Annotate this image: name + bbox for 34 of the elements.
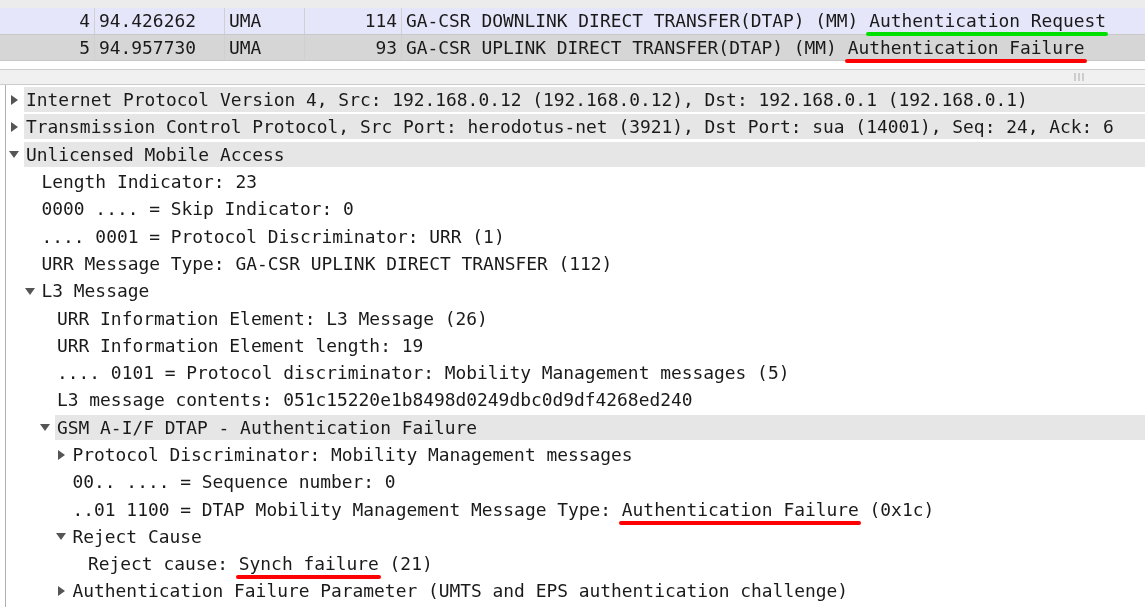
splitter-handle-icon[interactable]: [1073, 73, 1085, 81]
tree-item[interactable]: 00.. .... = Sequence number: 0: [70, 469, 1145, 495]
tree-item[interactable]: URR Information Element: L3 Message (26): [55, 305, 1145, 331]
packet-row[interactable]: 4 94.426262 UMA 114 GA-CSR DOWNLINK DIRECT TRANSFER(DTAP) (MM) Authentication Request: [0, 8, 1145, 35]
table-cell: 94.957730: [95, 34, 225, 60]
table-cell: 93: [305, 34, 402, 60]
tree-item[interactable]: GSM A-I/F DTAP - Authentication Failure: [55, 414, 1145, 440]
packet-row[interactable]: 5 94.957730 UMA 93 GA-CSR UPLINK DIRECT TRANSFER(DTAP) (MM) Authentication Failure: [0, 34, 1145, 61]
tree-item[interactable]: Reject cause: Synch failure (21): [86, 551, 1145, 577]
table-cell: 94.426262: [95, 8, 225, 34]
tree-item[interactable]: L3 Message: [39, 278, 1145, 304]
table-cell: UMA: [225, 8, 305, 34]
tree-item[interactable]: Length Indicator: 23: [39, 169, 1145, 195]
tree-item[interactable]: Reject Cause: [70, 523, 1145, 549]
expand-arrow-icon[interactable]: [8, 93, 20, 106]
tree-item[interactable]: Unlicensed Mobile Access: [24, 141, 1145, 167]
table-cell: GA-CSR UPLINK DIRECT TRANSFER(DTAP) (MM) Authentication Failure: [402, 36, 1145, 58]
tree-item[interactable]: .... 0101 = Protocol discriminator: Mobility Management messages (5): [55, 360, 1145, 386]
tree-item[interactable]: .... 0001 = Protocol Discriminator: URR (1): [39, 223, 1145, 249]
expand-arrow-icon[interactable]: [8, 120, 20, 133]
tree-item[interactable]: Authentication Failure Parameter (UMTS and EPS authentication challenge): [70, 578, 1145, 604]
tree-item[interactable]: URR Information Element length: 19: [55, 332, 1145, 358]
tree-item[interactable]: 0000 .... = Skip Indicator: 0: [39, 196, 1145, 222]
tree-item[interactable]: Protocol Discriminator: Mobility Management messages: [70, 442, 1145, 467]
tree-item[interactable]: URR Message Type: GA-CSR UPLINK DIRECT TRANSFER (112): [39, 250, 1145, 276]
tree-item[interactable]: ..01 1100 = DTAP Mobility Management Message Type: Authentication Failure (0x1c): [70, 496, 1145, 522]
tree-item[interactable]: L3 message contents: 051c15220e1b8498d0249dbc0d9df4268ed240: [55, 387, 1145, 413]
table-cell: 4: [0, 8, 95, 34]
tree-item[interactable]: Internet Protocol Version 4, Src: 192.168.0.12 (192.168.0.12), Dst: 192.168.0.1 (192.168.0.1): [24, 87, 1145, 113]
table-cell: 114: [305, 8, 402, 34]
tree-item[interactable]: Transmission Control Protocol, Src Port: herodotus-net (3921), Dst Port: sua (14001), Seq: 24, Ack: 6: [24, 114, 1145, 140]
table-cell: UMA: [225, 34, 305, 60]
table-cell: GA-CSR DOWNLINK DIRECT TRANSFER(DTAP) (MM) Authentication Request: [402, 10, 1145, 32]
table-cell: 5: [0, 34, 95, 60]
